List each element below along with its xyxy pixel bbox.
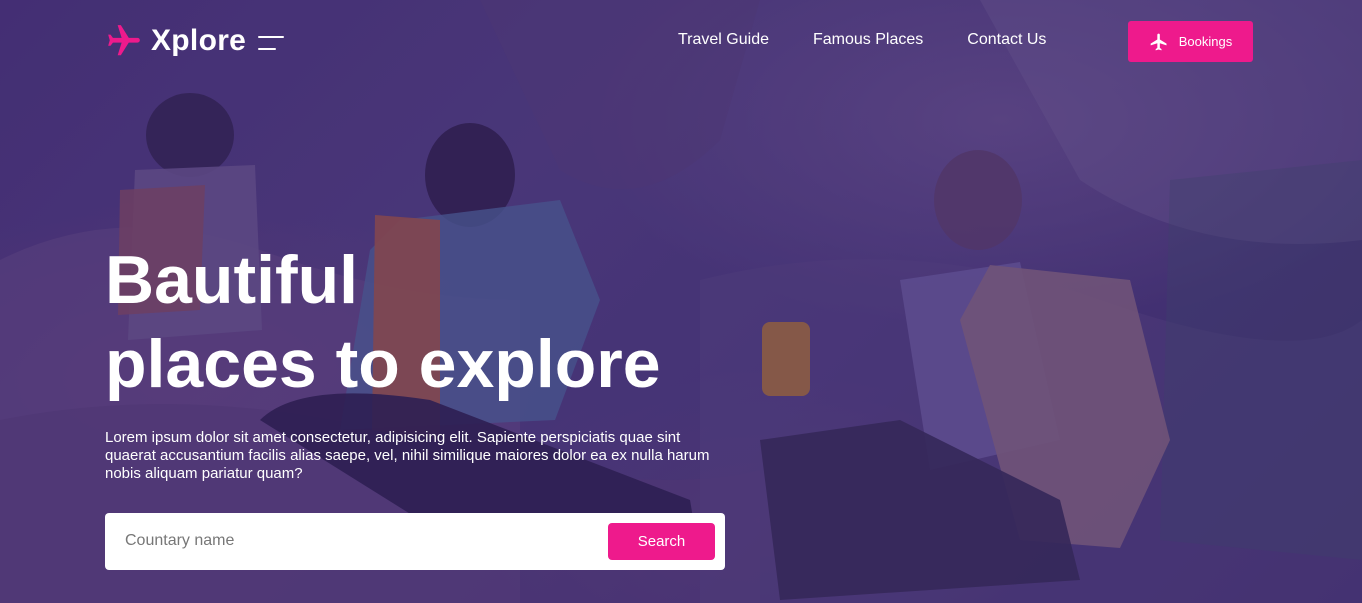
search-bar: Search [105,513,725,570]
brand-name: Xplore [151,24,247,57]
hamburger-icon[interactable] [258,36,285,50]
country-search-input[interactable] [125,527,585,555]
airplane-icon [1150,33,1167,50]
nav-item-famous-places[interactable]: Famous Places [813,31,923,49]
main-nav: Travel Guide Famous Places Contact Us [678,31,1046,49]
airplane-icon [108,25,140,56]
bookings-button-label: Bookings [1178,34,1233,49]
headline-line-1: Bautiful [105,242,359,318]
brand-logo[interactable]: Xplore [105,22,285,60]
hero-description: Lorem ipsum dolor sit amet consectetur, … [105,429,710,482]
hero-headline: Bautiful places to explore [105,238,661,406]
nav-item-contact-us[interactable]: Contact Us [967,31,1046,49]
search-button[interactable]: Search [608,523,715,560]
bookings-button[interactable]: Bookings [1128,21,1253,62]
site-header: Xplore Travel Guide Famous Places Contac… [0,0,1362,84]
nav-item-travel-guide[interactable]: Travel Guide [678,31,769,49]
headline-line-2: places to explore [105,326,661,402]
